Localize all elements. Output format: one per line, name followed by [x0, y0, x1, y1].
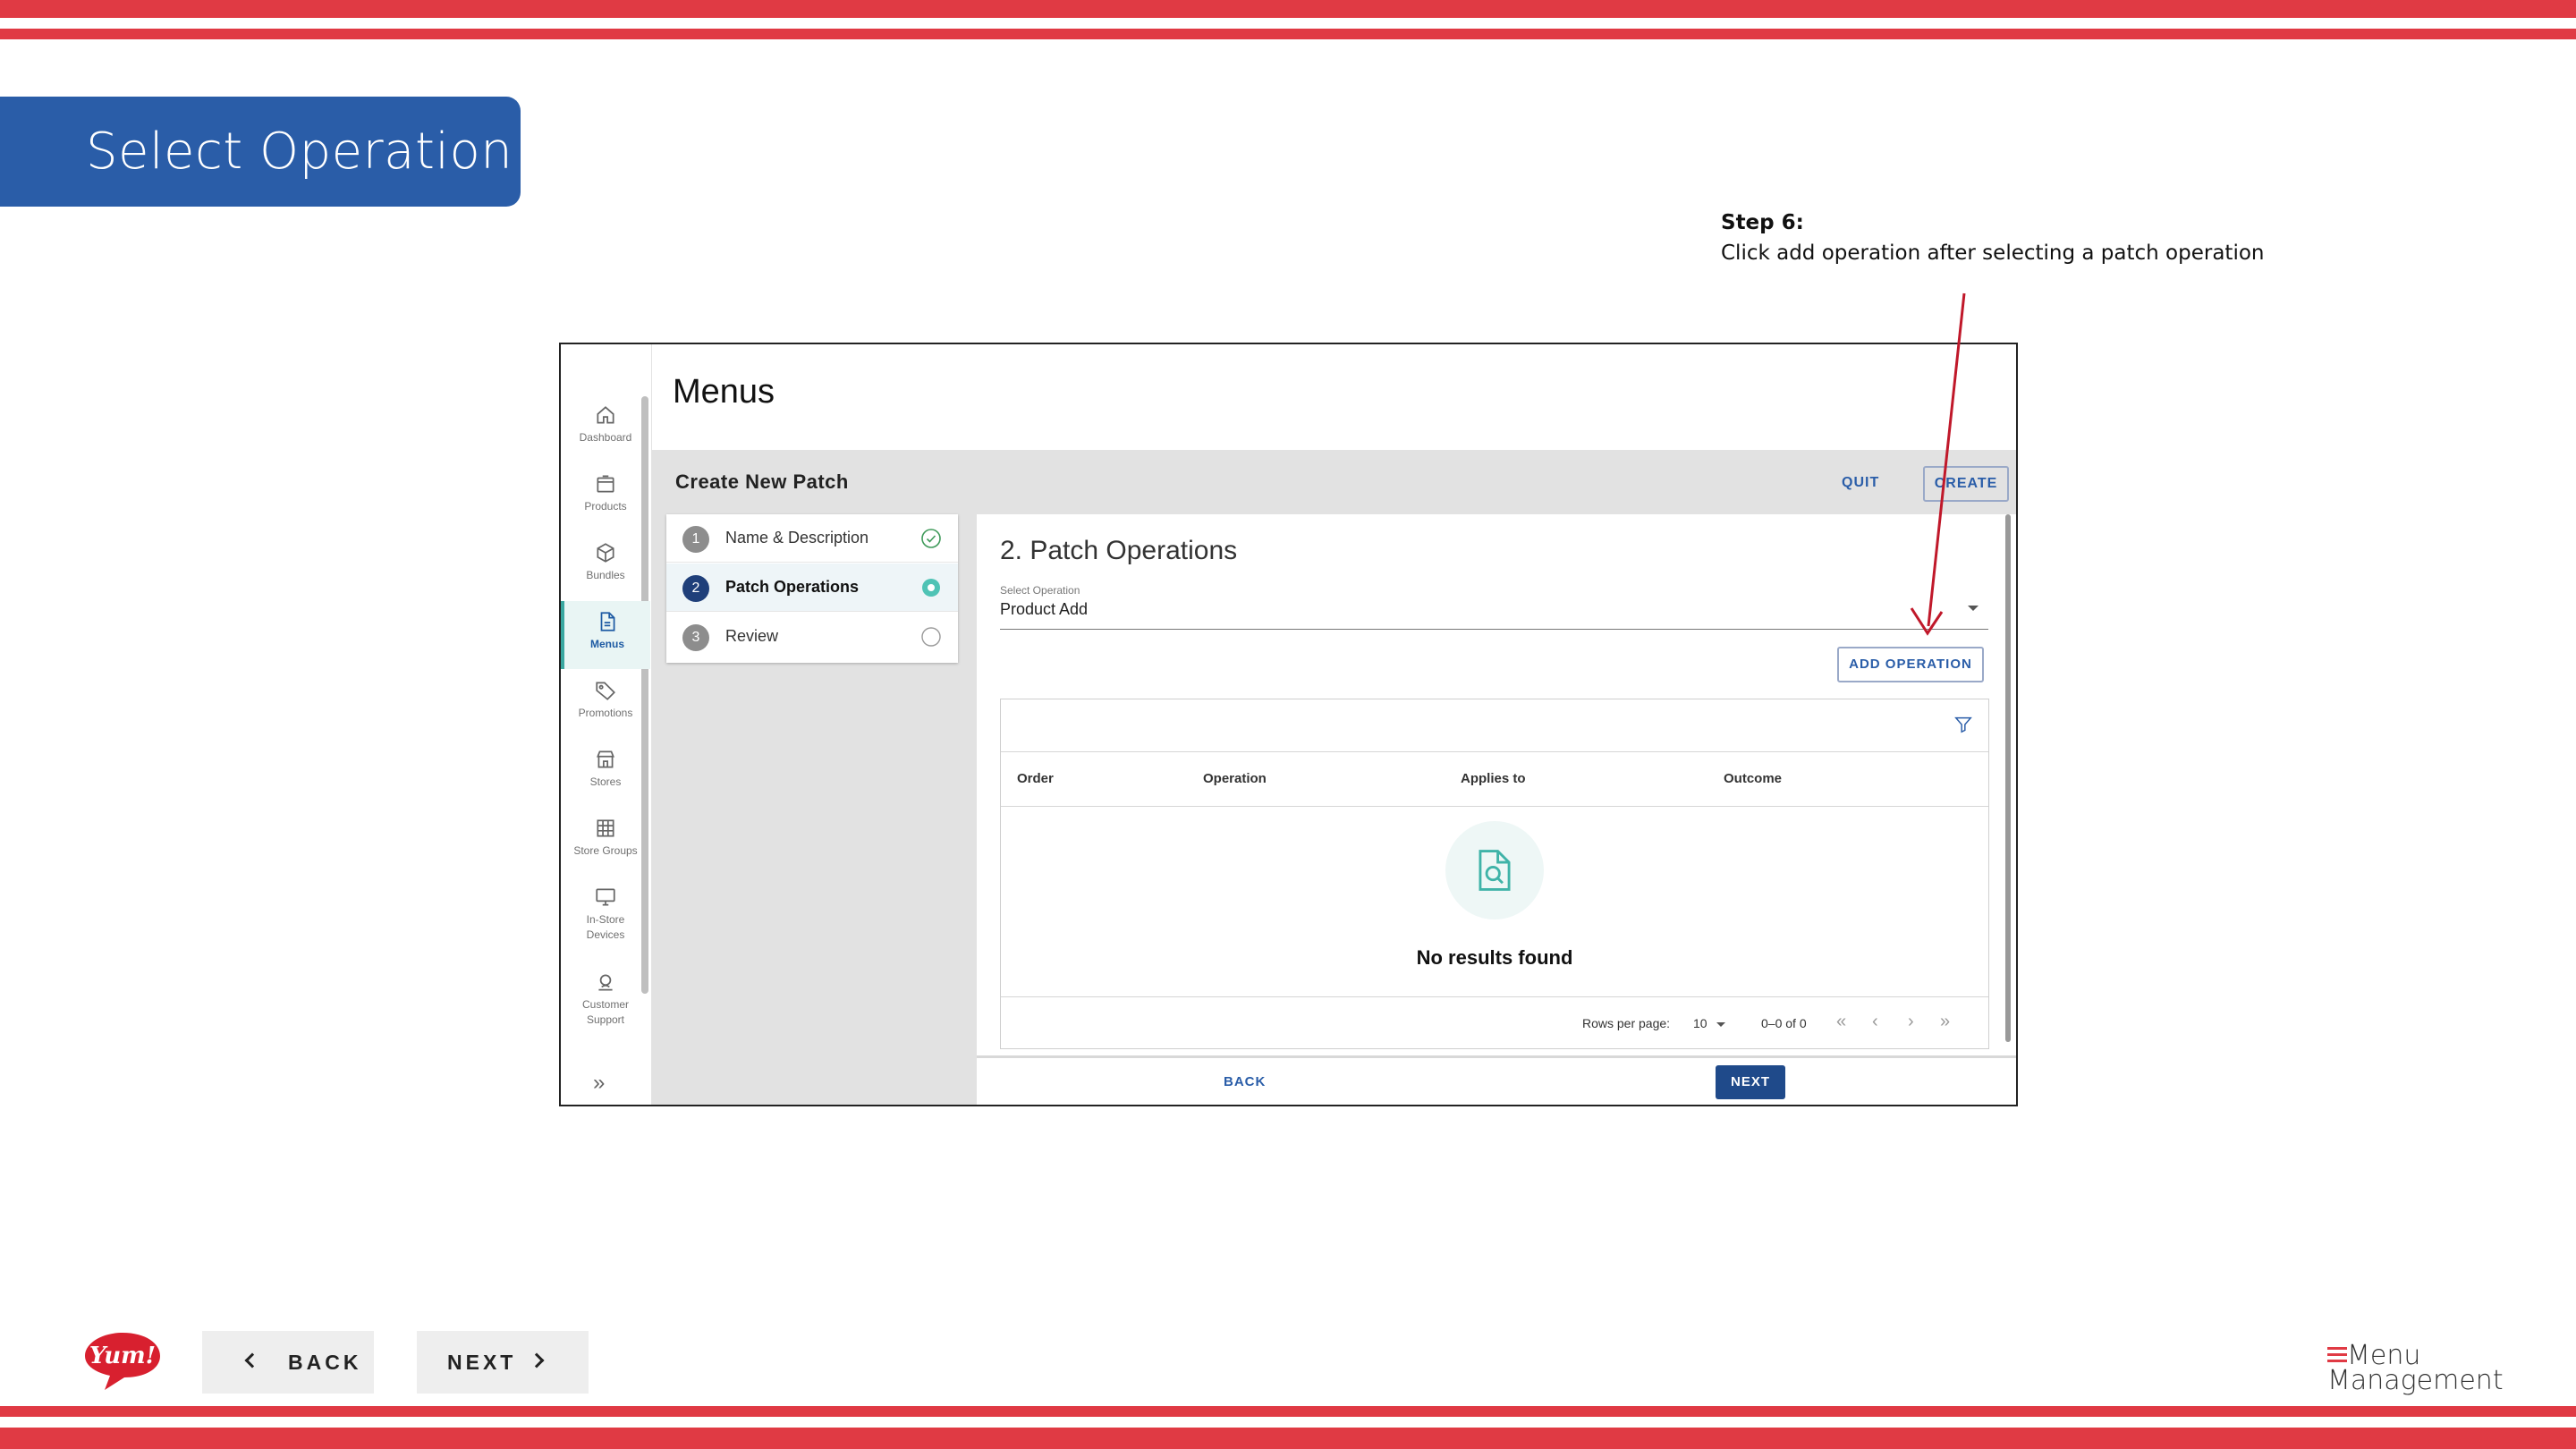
- step-name: Patch Operations: [725, 578, 860, 596]
- sidebar-item-label: Bundles: [586, 569, 625, 581]
- menu-management-logo: Menu Management: [2326, 1342, 2504, 1395]
- step-number: 2: [682, 575, 709, 602]
- rows-per-page-label: Rows per page:: [1582, 1016, 1671, 1030]
- wizard-footer: BACK NEXT: [977, 1055, 2016, 1105]
- filter-icon[interactable]: [1953, 715, 1973, 734]
- content-scrollbar[interactable]: [2005, 514, 2011, 1042]
- create-button[interactable]: CREATE: [1923, 466, 2009, 502]
- page-title: Menus: [673, 373, 775, 411]
- chevron-down-icon[interactable]: [1716, 1022, 1725, 1027]
- add-operation-button[interactable]: ADD OPERATION: [1837, 647, 1984, 682]
- column-header[interactable]: Outcome: [1724, 771, 1782, 786]
- menu-bars-icon: [2327, 1347, 2347, 1366]
- step-text: Click add operation after selecting a pa…: [1721, 242, 2265, 265]
- step-instruction: Step 6: Click add operation after select…: [1721, 208, 2401, 268]
- chevron-left-icon: [244, 1352, 260, 1368]
- sidebar-item-products[interactable]: Products: [561, 463, 650, 531]
- sidebar-item-customer-support[interactable]: Customer Support: [561, 962, 650, 1044]
- sidebar-item-in-store-devices[interactable]: In-Store Devices: [561, 877, 650, 959]
- stepper-pane: 1 Name & Description 2 Patch Operations …: [652, 514, 977, 1105]
- next-page-icon[interactable]: ›: [1908, 1012, 1914, 1032]
- rows-per-page-select[interactable]: 10: [1693, 1016, 1707, 1030]
- operations-table: Order Operation Applies to Outcome No re…: [1000, 699, 1989, 1049]
- yum-logo-text: Yum!: [89, 1343, 156, 1369]
- last-page-icon[interactable]: »: [1940, 1012, 1950, 1032]
- sidebar-item-promotions[interactable]: Promotions: [561, 670, 650, 738]
- yum-logo: Yum!: [85, 1333, 160, 1390]
- support-icon: [598, 974, 613, 991]
- patch-operations-panel: 2. Patch Operations Select Operation Pro…: [977, 514, 2016, 1105]
- column-header[interactable]: Order: [1017, 771, 1054, 786]
- check-circle-icon: [921, 529, 941, 548]
- sidebar-item-label: Stores: [589, 775, 622, 788]
- step-name: Review: [725, 627, 779, 645]
- brand-line-2: Management: [2327, 1365, 2504, 1396]
- cube-icon: [597, 543, 614, 563]
- sidebar-item-bundles[interactable]: Bundles: [561, 532, 650, 600]
- bottom-stripe: [0, 1428, 2576, 1449]
- radio-selected-icon: [922, 579, 940, 597]
- bottom-stripe-thin: [0, 1406, 2576, 1417]
- sidebar-item-label: Dashboard: [579, 431, 632, 444]
- previous-page-icon[interactable]: ‹: [1872, 1012, 1878, 1032]
- step-patch-operations[interactable]: 2 Patch Operations: [666, 564, 958, 612]
- store-icon: [597, 750, 614, 768]
- step-number: 1: [682, 526, 709, 553]
- patch-toolbar: Create New Patch QUIT CREATE: [652, 450, 2016, 514]
- sidebar: Dashboard Products Bundles Menus Promoti…: [561, 344, 652, 1105]
- toolbar-title: Create New Patch: [675, 470, 849, 493]
- sidebar-item-store-groups[interactable]: Store Groups: [561, 808, 650, 876]
- document-icon: [600, 612, 615, 631]
- sidebar-item-label: In-Store Devices: [586, 913, 625, 941]
- app-screenshot: Dashboard Products Bundles Menus Promoti…: [559, 343, 2018, 1106]
- select-underline: [1000, 629, 1988, 630]
- select-operation-label: Select Operation: [1000, 584, 1080, 597]
- chevron-right-icon: [529, 1352, 545, 1368]
- sidebar-item-label: Promotions: [578, 707, 633, 719]
- top-stripe: [0, 0, 2576, 18]
- column-header[interactable]: Operation: [1203, 771, 1267, 786]
- sidebar-item-label: Menus: [589, 638, 624, 650]
- stepper: 1 Name & Description 2 Patch Operations …: [666, 514, 958, 663]
- empty-state-icon: [1445, 821, 1544, 919]
- slide-back-label: BACK: [288, 1351, 362, 1374]
- step-name: Name & Description: [725, 529, 869, 547]
- box-icon: [597, 475, 614, 493]
- home-icon: [597, 406, 614, 424]
- slide-back-button[interactable]: BACK: [202, 1331, 374, 1394]
- sidebar-item-menus[interactable]: Menus: [561, 601, 650, 669]
- grid-icon: [597, 819, 614, 837]
- step-review[interactable]: 3 Review: [666, 613, 958, 661]
- quit-button[interactable]: QUIT: [1842, 475, 1879, 491]
- sidebar-item-label: Customer Support: [581, 998, 629, 1026]
- first-page-icon[interactable]: «: [1836, 1012, 1846, 1032]
- section-title: 2. Patch Operations: [1000, 536, 1238, 565]
- select-operation-dropdown[interactable]: Product Add: [1000, 600, 1088, 619]
- sidebar-item-label: Products: [584, 500, 627, 513]
- sidebar-item-label: Store Groups: [573, 844, 638, 857]
- chevron-down-icon[interactable]: [1968, 606, 1979, 611]
- wizard-back-button[interactable]: BACK: [1224, 1074, 1266, 1089]
- column-header[interactable]: Applies to: [1461, 771, 1526, 786]
- step-name-description[interactable]: 1 Name & Description: [666, 514, 958, 563]
- tag-icon: [596, 682, 615, 700]
- pagination-range: 0–0 of 0: [1761, 1016, 1807, 1030]
- slide-next-button[interactable]: NEXT: [417, 1331, 589, 1394]
- expand-sidebar-icon[interactable]: »: [593, 1071, 605, 1096]
- radio-empty-icon: [921, 627, 941, 647]
- table-pagination: Rows per page: 10 0–0 of 0 « ‹ › »: [1001, 996, 1988, 1048]
- step-label: Step 6:: [1721, 211, 1804, 234]
- wizard-next-button[interactable]: NEXT: [1716, 1065, 1785, 1099]
- table-header: Order Operation Applies to Outcome: [1001, 751, 1988, 807]
- slide-title: Select Operation: [0, 97, 521, 207]
- step-number: 3: [682, 624, 709, 651]
- empty-state-text: No results found: [1416, 946, 1573, 969]
- monitor-icon: [596, 888, 615, 906]
- top-stripe-thin: [0, 29, 2576, 39]
- sidebar-item-dashboard[interactable]: Dashboard: [561, 394, 650, 462]
- slide-next-label: NEXT: [447, 1351, 517, 1374]
- sidebar-item-stores[interactable]: Stores: [561, 739, 650, 807]
